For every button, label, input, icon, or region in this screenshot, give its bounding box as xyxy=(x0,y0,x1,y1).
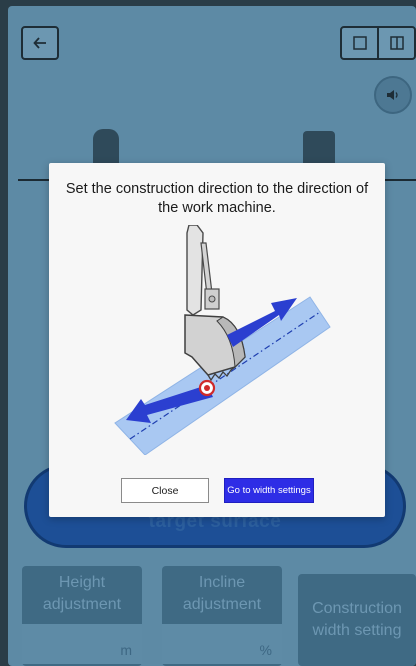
incline-adjustment-label: Incline adjustment xyxy=(182,574,262,613)
height-unit: m xyxy=(120,642,132,658)
arrow-left-icon xyxy=(33,37,46,49)
sound-button[interactable] xyxy=(374,76,412,114)
direction-dialog: Set the construction direction to the di… xyxy=(49,163,385,517)
dialog-message: Set the construction direction to the di… xyxy=(65,181,369,216)
split-view-button[interactable] xyxy=(378,26,416,60)
go-to-width-settings-button[interactable]: Go to width settings xyxy=(224,478,314,503)
back-button[interactable] xyxy=(21,26,59,60)
height-adjustment-tile[interactable]: Height adjustment m xyxy=(22,566,142,666)
excavator-direction-illustration xyxy=(114,225,331,455)
view-toggle xyxy=(340,26,416,60)
split-pane-icon xyxy=(389,36,404,50)
close-button[interactable]: Close xyxy=(121,478,209,503)
construction-width-label: Construction width setting xyxy=(312,600,402,639)
linkage-pin xyxy=(208,295,216,303)
dialog-actions: Close Go to width settings xyxy=(49,478,385,504)
incline-unit: % xyxy=(259,642,272,658)
single-view-button[interactable] xyxy=(340,26,378,60)
speaker-icon xyxy=(387,90,398,100)
construction-width-tile[interactable]: Construction width setting xyxy=(298,574,416,666)
single-pane-icon xyxy=(352,36,367,50)
bottom-tiles: Height adjustment m Incline adjustment %… xyxy=(22,566,416,666)
excavator-arm xyxy=(186,225,204,316)
height-adjustment-label: Height adjustment xyxy=(42,574,122,613)
incline-adjustment-tile[interactable]: Incline adjustment % xyxy=(162,566,282,666)
top-bar xyxy=(8,6,416,68)
position-marker-dot xyxy=(204,385,210,391)
